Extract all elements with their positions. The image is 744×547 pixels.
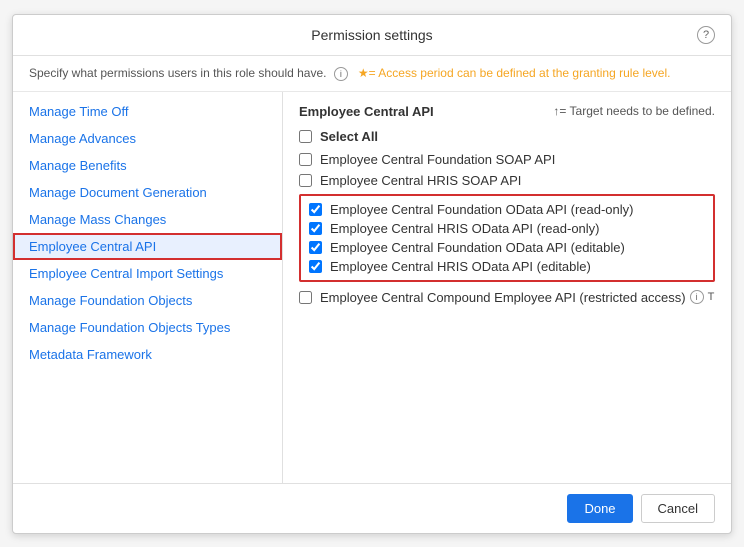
select-all-checkbox[interactable] (299, 130, 312, 143)
checkbox-compound-employee-api: Employee Central Compound Employee API (… (299, 290, 715, 305)
hris-soap-api-label: Employee Central HRIS SOAP API (320, 173, 521, 188)
t-marker: T (708, 291, 715, 303)
hris-odata-readonly-checkbox[interactable] (309, 222, 322, 235)
cancel-button[interactable]: Cancel (641, 494, 715, 523)
sidebar-item-metadata-framework[interactable]: Metadata Framework (13, 341, 282, 368)
compound-employee-info-icon[interactable]: i (690, 290, 704, 304)
foundation-odata-readonly-label: Employee Central Foundation OData API (r… (330, 202, 634, 217)
dialog-header: Permission settings ? (13, 15, 731, 56)
sidebar-item-employee-central-api[interactable]: Employee Central API (13, 233, 282, 260)
panel-header: Employee Central API ↑= Target needs to … (299, 104, 715, 119)
sidebar-item-employee-central-import-settings[interactable]: Employee Central Import Settings (13, 260, 282, 287)
info-bar: Specify what permissions users in this r… (13, 56, 731, 92)
checkbox-foundation-odata-readonly: Employee Central Foundation OData API (r… (309, 202, 705, 217)
panel-title: Employee Central API (299, 104, 434, 119)
help-icon[interactable]: ? (697, 26, 715, 44)
dialog-footer: Done Cancel (13, 483, 731, 533)
sidebar-item-manage-advances[interactable]: Manage Advances (13, 125, 282, 152)
sidebar-item-manage-mass-changes[interactable]: Manage Mass Changes (13, 206, 282, 233)
compound-employee-api-label: Employee Central Compound Employee API (… (320, 290, 686, 305)
info-text: Specify what permissions users in this r… (29, 66, 326, 80)
foundation-odata-editable-label: Employee Central Foundation OData API (e… (330, 240, 625, 255)
permission-settings-dialog: Permission settings ? Specify what permi… (12, 14, 732, 534)
sidebar-item-manage-benefits[interactable]: Manage Benefits (13, 152, 282, 179)
highlighted-group: Employee Central Foundation OData API (r… (299, 194, 715, 282)
foundation-odata-editable-checkbox[interactable] (309, 241, 322, 254)
select-all-row: Select All (299, 129, 715, 144)
hris-odata-editable-label: Employee Central HRIS OData API (editabl… (330, 259, 591, 274)
sidebar-item-manage-document-generation[interactable]: Manage Document Generation (13, 179, 282, 206)
star-note: ★= Access period can be defined at the g… (358, 66, 671, 80)
dialog-title: Permission settings (311, 27, 432, 43)
checkbox-hris-soap-api: Employee Central HRIS SOAP API (299, 173, 715, 188)
sidebar: Manage Time Off Manage Advances Manage B… (13, 92, 283, 483)
sidebar-item-manage-foundation-objects[interactable]: Manage Foundation Objects (13, 287, 282, 314)
foundation-odata-readonly-checkbox[interactable] (309, 203, 322, 216)
checkbox-soap-api: Employee Central Foundation SOAP API (299, 152, 715, 167)
dialog-body: Specify what permissions users in this r… (13, 56, 731, 483)
checkbox-foundation-odata-editable: Employee Central Foundation OData API (e… (309, 240, 705, 255)
target-note: ↑= Target needs to be defined. (553, 104, 715, 118)
info-icon[interactable]: i (334, 67, 348, 81)
compound-employee-api-checkbox[interactable] (299, 291, 312, 304)
hris-odata-editable-checkbox[interactable] (309, 260, 322, 273)
soap-api-label: Employee Central Foundation SOAP API (320, 152, 555, 167)
hris-soap-api-checkbox[interactable] (299, 174, 312, 187)
sidebar-item-manage-time-off[interactable]: Manage Time Off (13, 98, 282, 125)
main-content: Manage Time Off Manage Advances Manage B… (13, 92, 731, 483)
soap-api-checkbox[interactable] (299, 153, 312, 166)
hris-odata-readonly-label: Employee Central HRIS OData API (read-on… (330, 221, 600, 236)
checkbox-hris-odata-readonly: Employee Central HRIS OData API (read-on… (309, 221, 705, 236)
sidebar-item-manage-foundation-objects-types[interactable]: Manage Foundation Objects Types (13, 314, 282, 341)
select-all-label: Select All (320, 129, 378, 144)
done-button[interactable]: Done (567, 494, 632, 523)
content-panel: Employee Central API ↑= Target needs to … (283, 92, 731, 483)
checkbox-hris-odata-editable: Employee Central HRIS OData API (editabl… (309, 259, 705, 274)
